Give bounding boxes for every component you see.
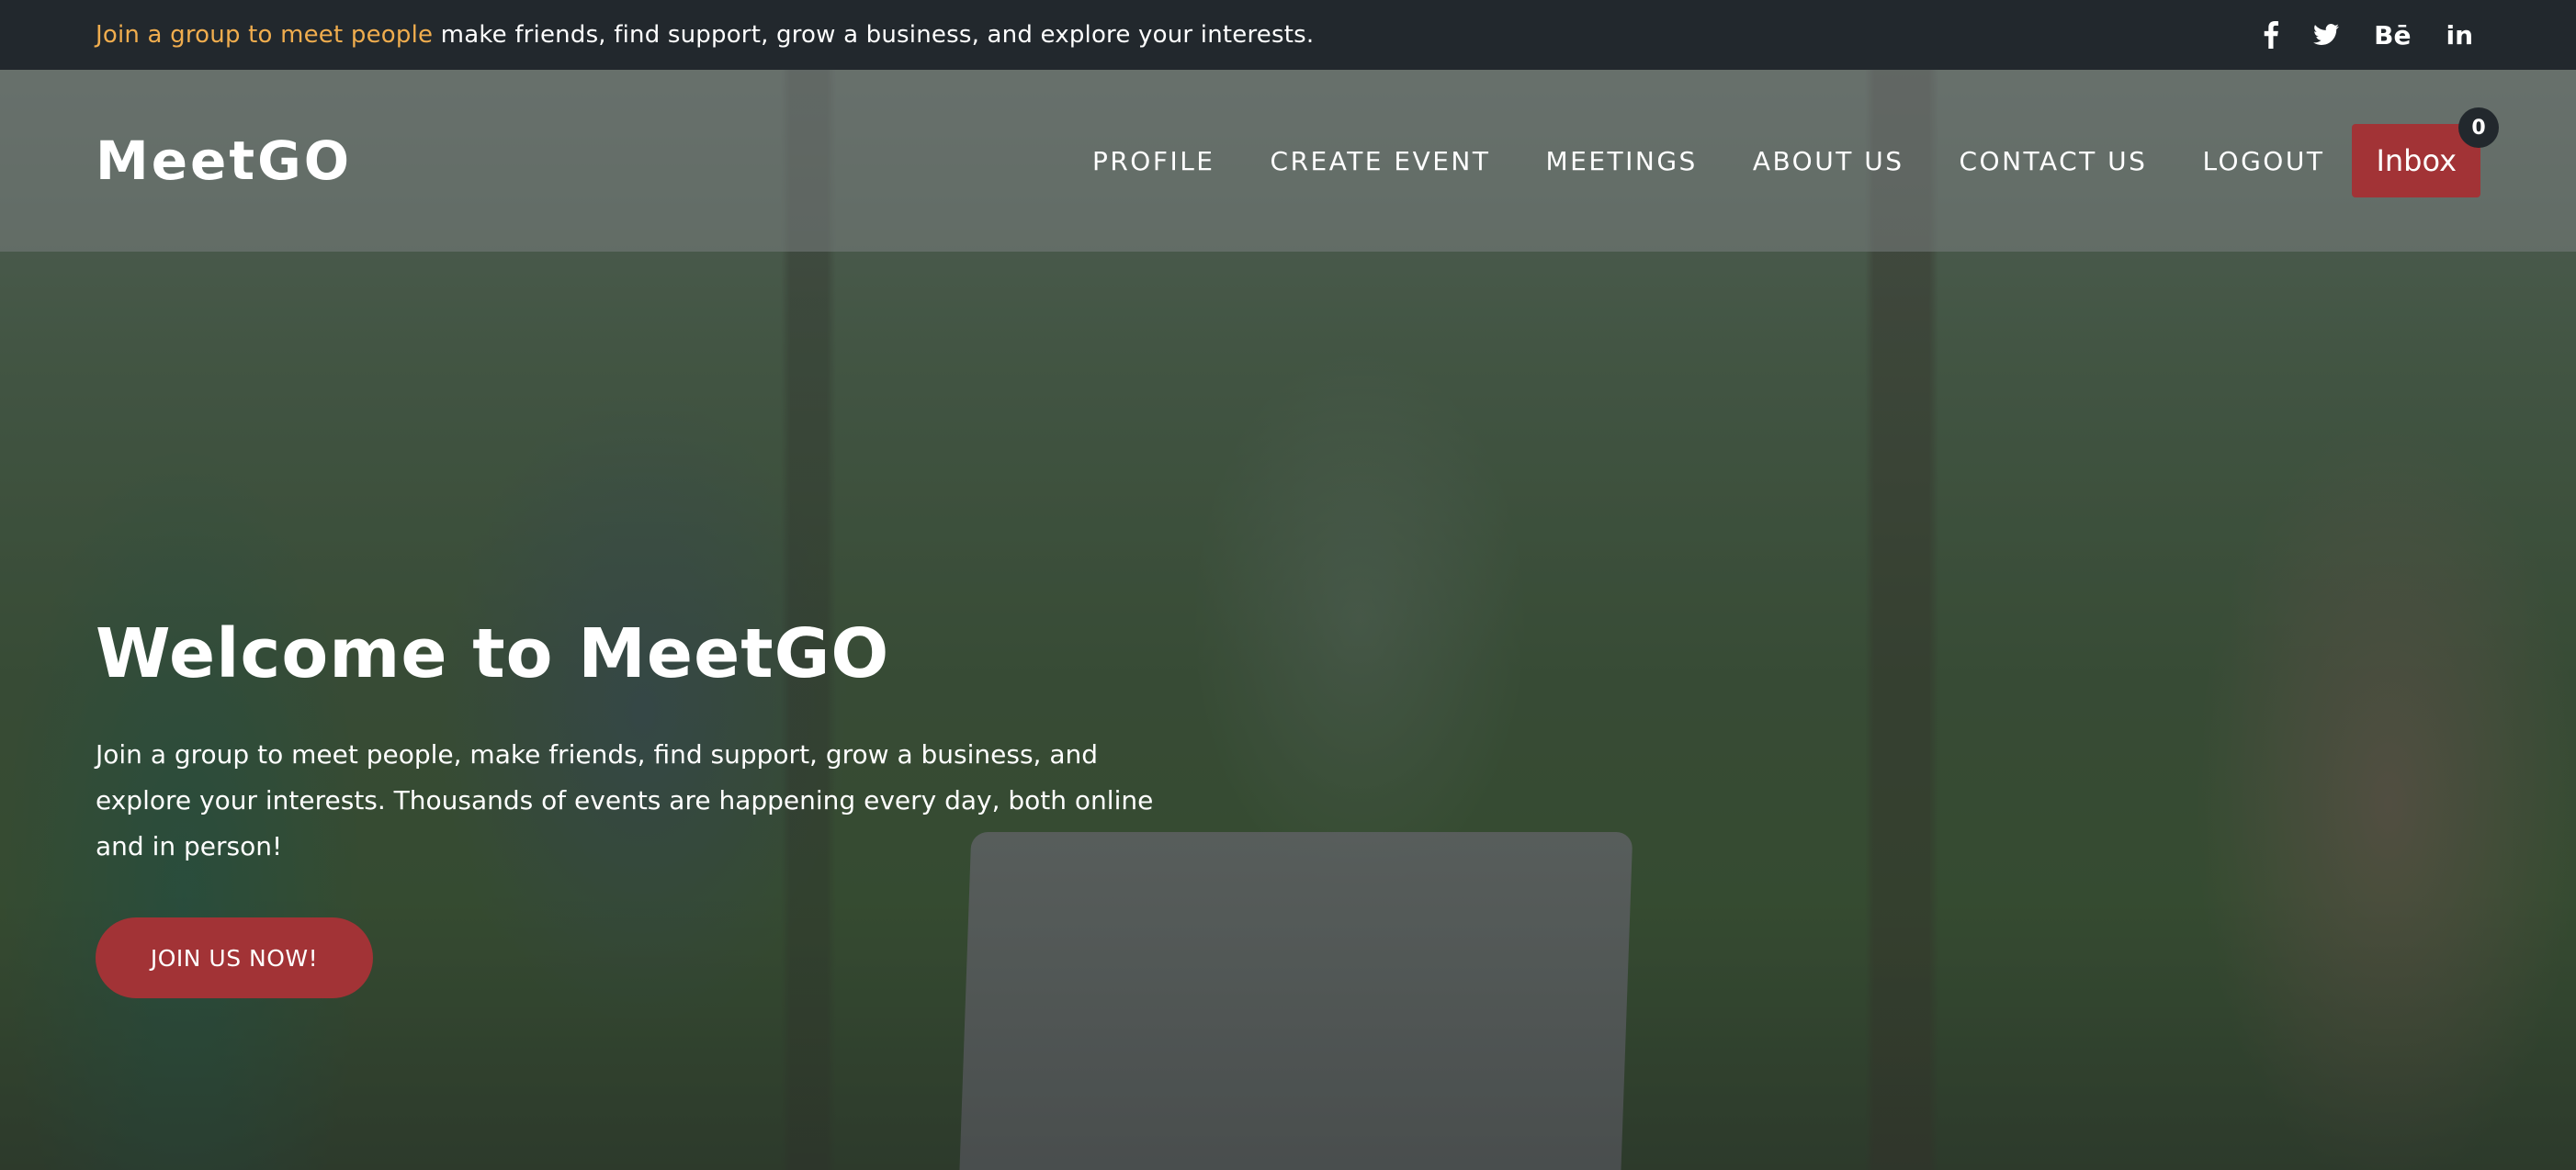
nav-link-meetings[interactable]: MEETINGS <box>1545 146 1697 176</box>
site-logo[interactable]: MeetGO <box>96 129 352 192</box>
main-navbar: MeetGO PROFILE CREATE EVENT MEETINGS ABO… <box>0 70 2576 252</box>
top-announcement-bar: Join a group to meet people make friends… <box>0 0 2576 70</box>
hero-content: Welcome to MeetGO Join a group to meet p… <box>96 614 1198 999</box>
facebook-icon[interactable] <box>2264 19 2279 51</box>
twitter-icon[interactable] <box>2313 19 2340 51</box>
behance-icon[interactable]: Bē <box>2374 19 2411 51</box>
nav-link-profile[interactable]: PROFILE <box>1092 146 1215 176</box>
join-us-button[interactable]: JOIN US NOW! <box>96 917 373 999</box>
linkedin-icon[interactable]: in <box>2446 19 2473 51</box>
inbox-label: Inbox <box>2376 143 2457 178</box>
social-links: Bē in <box>2264 19 2473 51</box>
nav-link-about-us[interactable]: ABOUT US <box>1753 146 1904 176</box>
nav-menu: PROFILE CREATE EVENT MEETINGS ABOUT US C… <box>1092 107 2499 197</box>
inbox-count-badge: 0 <box>2458 107 2499 148</box>
nav-link-contact-us[interactable]: CONTACT US <box>1960 146 2148 176</box>
nav-link-create-event[interactable]: CREATE EVENT <box>1271 146 1491 176</box>
hero-title: Welcome to MeetGO <box>96 614 890 693</box>
nav-link-logout[interactable]: LOGOUT <box>2202 146 2324 176</box>
announcement-highlight: Join a group to meet people <box>96 21 434 49</box>
hero-description: Join a group to meet people, make friend… <box>96 739 1154 862</box>
announcement-rest: make friends, find support, grow a busin… <box>433 21 1315 49</box>
inbox-button[interactable]: Inbox 0 <box>2352 107 2499 197</box>
announcement-text: Join a group to meet people make friends… <box>96 21 1314 49</box>
